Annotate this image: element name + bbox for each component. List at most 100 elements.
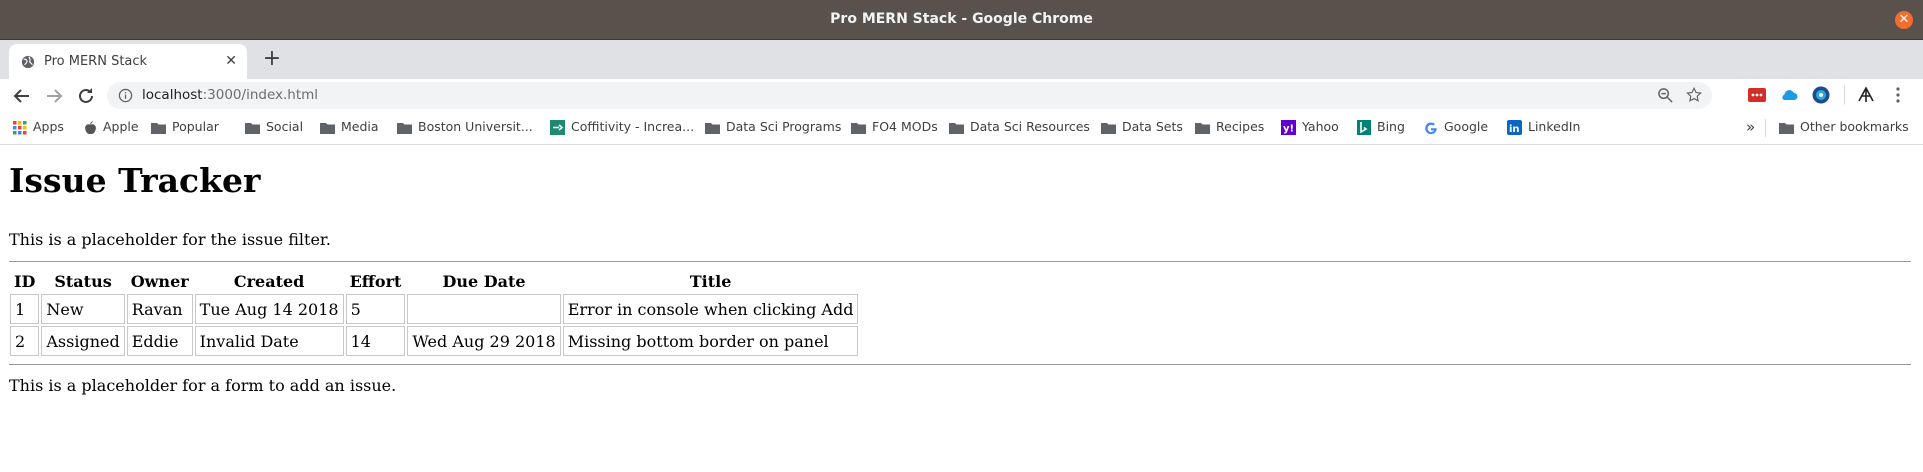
- new-tab-button[interactable]: +: [260, 48, 284, 72]
- bookmark-folder-social[interactable]: Social: [245, 112, 303, 142]
- reload-icon[interactable]: [74, 84, 98, 108]
- bookmark-star-icon[interactable]: [1685, 86, 1703, 104]
- bookmark-label: Yahoo: [1302, 119, 1339, 134]
- profile-avatar-icon[interactable]: [1856, 85, 1876, 105]
- menu-kebab-icon[interactable]: [1888, 85, 1908, 105]
- table-row: 1 New Ravan Tue Aug 14 2018 5 Error in c…: [10, 294, 859, 324]
- bookmark-label: Data Sci Resources: [970, 119, 1090, 134]
- bookmark-folder-datasci-resources[interactable]: Data Sci Resources: [949, 112, 1090, 142]
- address-bar[interactable]: localhost:3000/index.html: [107, 82, 1712, 109]
- folder-icon: [320, 122, 335, 134]
- cell-effort: 14: [345, 326, 406, 356]
- bing-icon: [1357, 120, 1371, 135]
- bookmark-label: Data Sets: [1122, 119, 1183, 134]
- divider-top: [9, 261, 1911, 262]
- cell-title: Error in console when clicking Add: [562, 294, 859, 324]
- bookmark-folder-recipes[interactable]: Recipes: [1195, 112, 1264, 142]
- bookmark-folder-boston[interactable]: Boston Universit...: [397, 112, 533, 142]
- cell-status: New: [41, 294, 125, 324]
- bookmarks-divider: [1765, 119, 1766, 137]
- bookmark-label: Google: [1444, 119, 1489, 134]
- apps-grid-icon: [13, 120, 27, 134]
- browser-toolbar: localhost:3000/index.html: [0, 79, 1923, 112]
- lastpass-extension-icon[interactable]: [1747, 85, 1767, 105]
- cloud-extension-icon[interactable]: [1779, 85, 1799, 105]
- issue-table: ID Status Owner Created Effort Due Date …: [8, 269, 860, 358]
- bookmark-label: FO4 MODs: [872, 119, 938, 134]
- svg-text:y!: y!: [1283, 124, 1294, 135]
- yahoo-icon: y!: [1281, 120, 1296, 135]
- linkedin-icon: in: [1507, 120, 1522, 135]
- bookmark-folder-popular[interactable]: Popular: [151, 112, 219, 142]
- divider-bottom: [9, 364, 1911, 365]
- window-titlebar: Pro MERN Stack - Google Chrome ✕: [0, 0, 1923, 40]
- folder-icon: [1779, 122, 1794, 134]
- bookmarks-overflow-chevron-icon[interactable]: »: [1746, 112, 1755, 142]
- bookmark-folder-media[interactable]: Media: [320, 112, 379, 142]
- bookmark-coffitivity[interactable]: Coffitivity - Increa...: [550, 112, 694, 142]
- column-header-created: Created: [233, 272, 305, 291]
- issue-filter-placeholder: This is a placeholder for the issue filt…: [9, 230, 331, 249]
- cell-created: Tue Aug 14 2018: [194, 294, 344, 324]
- bookmark-google[interactable]: Google: [1424, 112, 1488, 142]
- column-header-owner: Owner: [130, 272, 189, 291]
- column-header-title: Title: [689, 272, 732, 291]
- cell-title: Missing bottom border on panel: [562, 326, 859, 356]
- cell-owner: Eddie: [126, 326, 193, 356]
- folder-icon: [245, 122, 260, 134]
- bookmark-folder-datasci-programs[interactable]: Data Sci Programs: [705, 112, 841, 142]
- page-title: Issue Tracker: [9, 161, 261, 200]
- bookmark-label: Media: [341, 119, 379, 134]
- column-header-status: Status: [54, 272, 112, 291]
- bookmark-linkedin[interactable]: in LinkedIn: [1507, 112, 1580, 142]
- column-header-id: ID: [14, 272, 36, 291]
- bookmark-apps[interactable]: Apps: [13, 112, 64, 142]
- bookmark-label: Social: [266, 119, 304, 134]
- bookmark-label: Apps: [33, 119, 64, 134]
- zoom-icon[interactable]: [1657, 87, 1674, 104]
- svg-text:in: in: [1509, 124, 1520, 135]
- coffitivity-icon: [550, 120, 565, 135]
- tab-strip: Pro MERN Stack ✕ +: [0, 40, 1923, 79]
- info-icon[interactable]: [118, 88, 133, 103]
- column-header-effort: Effort: [349, 272, 402, 291]
- bookmark-other-bookmarks[interactable]: Other bookmarks: [1779, 112, 1909, 142]
- bookmark-yahoo[interactable]: y! Yahoo: [1281, 112, 1339, 142]
- apple-icon: [85, 120, 96, 134]
- folder-icon: [397, 122, 412, 134]
- url-host: localhost: [142, 87, 203, 103]
- bookmark-bing[interactable]: Bing: [1357, 112, 1405, 142]
- back-arrow-icon[interactable]: [10, 84, 34, 108]
- cell-owner: Ravan: [126, 294, 193, 324]
- bookmark-label: Other bookmarks: [1800, 119, 1909, 134]
- bookmark-label: Bing: [1377, 119, 1405, 134]
- bookmark-folder-data-sets[interactable]: Data Sets: [1101, 112, 1183, 142]
- tab-close-icon[interactable]: ✕: [225, 44, 237, 79]
- cell-due-date: Wed Aug 29 2018: [407, 326, 561, 356]
- bookmark-label: Boston Universit...: [418, 119, 533, 134]
- circle-extension-icon[interactable]: [1811, 85, 1831, 105]
- tab-active[interactable]: Pro MERN Stack ✕: [9, 44, 247, 79]
- page-content: Issue Tracker This is a placeholder for …: [0, 144, 1923, 472]
- column-header-due-date: Due Date: [442, 272, 526, 291]
- bookmark-apple[interactable]: Apple: [84, 112, 139, 142]
- bookmark-label: Apple: [103, 119, 139, 134]
- folder-icon: [705, 122, 720, 134]
- toolbar-divider: [1844, 85, 1845, 105]
- address-url: localhost:3000/index.html: [142, 82, 318, 109]
- tab-label: Pro MERN Stack: [44, 54, 148, 69]
- bookmark-label: Recipes: [1216, 119, 1265, 134]
- google-icon: [1425, 122, 1437, 134]
- cell-due-date: [407, 294, 561, 324]
- forward-arrow-icon[interactable]: [42, 84, 66, 108]
- bookmarks-bar: Apps Apple Popular Social Media Boston U…: [0, 112, 1923, 145]
- cell-id: 1: [10, 294, 40, 324]
- table-row: 2 Assigned Eddie Invalid Date 14 Wed Aug…: [10, 326, 859, 356]
- url-path: :3000/index.html: [202, 87, 319, 103]
- bookmark-label: Coffitivity - Increa...: [571, 119, 695, 134]
- bookmark-folder-fo4-mods[interactable]: FO4 MODs: [851, 112, 938, 142]
- bookmark-label: LinkedIn: [1528, 119, 1581, 134]
- cell-status: Assigned: [41, 326, 125, 356]
- window-close-button[interactable]: ✕: [1895, 11, 1913, 29]
- add-issue-form-placeholder: This is a placeholder for a form to add …: [9, 376, 397, 395]
